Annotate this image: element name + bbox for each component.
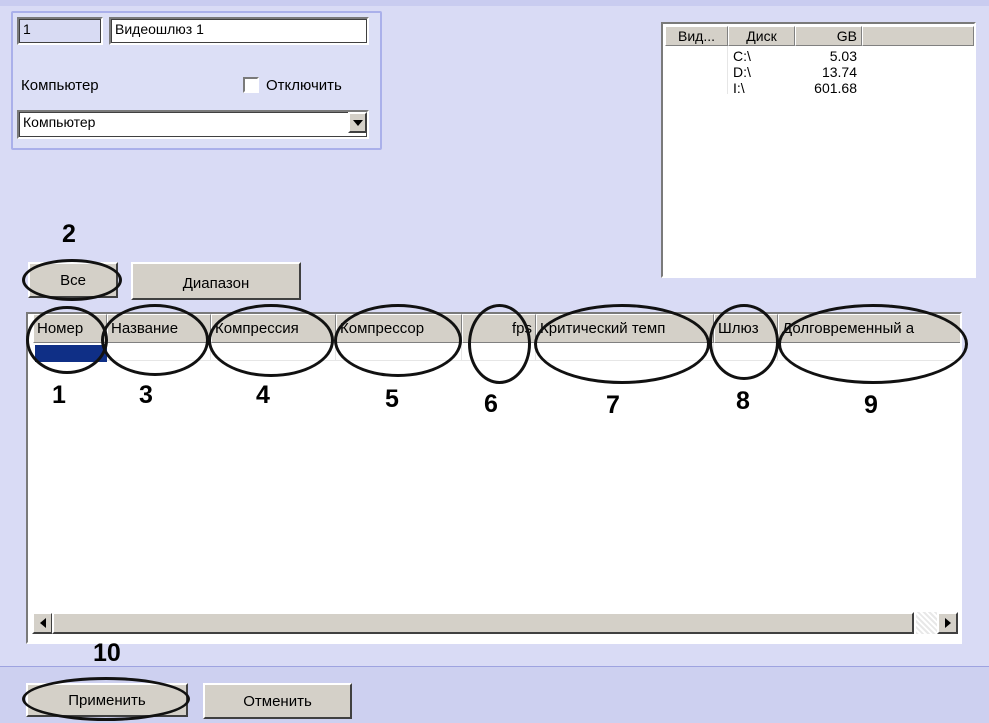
grid-cell[interactable] <box>336 343 462 361</box>
scroll-right-button[interactable] <box>937 612 958 634</box>
id-field-value: 1 <box>23 21 31 37</box>
computer-select[interactable]: Компьютер <box>17 110 369 139</box>
column-header-name[interactable]: Название <box>107 314 211 343</box>
arrow-right-icon <box>944 618 951 628</box>
disk-drive-cell[interactable]: I:\ <box>733 80 793 96</box>
name-field-value: Видеошлюз 1 <box>115 21 204 37</box>
disk-gb-cell: 5.03 <box>829 48 857 64</box>
computer-label: Компьютер <box>21 77 99 94</box>
disk-header-type[interactable]: Вид... <box>665 26 728 46</box>
settings-group: 1 Видеошлюз 1 Компьютер Отключить Компью… <box>11 11 382 150</box>
computer-select-value: Компьютер <box>23 114 96 130</box>
column-header-critical-temp[interactable]: Критический темп <box>536 314 714 343</box>
grid-cell[interactable] <box>714 343 778 361</box>
grid-cell[interactable] <box>778 343 960 361</box>
annotation-number: 5 <box>385 385 399 413</box>
selected-cell[interactable] <box>35 345 107 362</box>
top-strip <box>0 0 989 6</box>
disk-gb-cell: 601.68 <box>814 80 857 96</box>
disk-header-gb[interactable]: GB <box>795 26 862 46</box>
annotation-number: 10 <box>93 639 121 667</box>
arrow-left-icon <box>39 618 46 628</box>
disk-header-drive[interactable]: Диск <box>728 26 795 46</box>
scroll-left-button[interactable] <box>32 612 53 634</box>
range-button[interactable]: Диапазон <box>131 262 301 300</box>
disk-gb-cell: 13.74 <box>821 64 857 80</box>
grid-cell[interactable] <box>211 343 336 361</box>
disk-drive-cell[interactable]: D:\ <box>733 64 793 80</box>
chevron-down-icon <box>352 119 363 126</box>
annotation-number: 9 <box>864 391 878 419</box>
dropdown-button[interactable] <box>348 112 367 133</box>
gateway-grid: Номер Название Компрессия Компрессор fps… <box>26 312 962 644</box>
grid-cell[interactable] <box>462 343 536 361</box>
grid-cell[interactable] <box>536 343 714 361</box>
annotation-number: 7 <box>606 391 620 419</box>
annotation-number: 1 <box>52 381 66 409</box>
grid-cell[interactable] <box>107 343 211 361</box>
disk-drive-cell[interactable]: C:\ <box>733 48 793 64</box>
apply-button[interactable]: Применить <box>26 683 188 717</box>
id-field[interactable]: 1 <box>17 17 103 45</box>
column-header-compression[interactable]: Компрессия <box>211 314 336 343</box>
annotation-number: 3 <box>139 381 153 409</box>
annotation-number: 6 <box>484 390 498 418</box>
horizontal-scrollbar[interactable] <box>28 612 960 642</box>
column-header-number[interactable]: Номер <box>33 314 107 343</box>
scroll-track[interactable] <box>916 612 937 634</box>
all-button[interactable]: Все <box>28 262 118 298</box>
disk-type-column <box>669 46 728 94</box>
annotation-number: 2 <box>62 220 76 248</box>
name-field[interactable]: Видеошлюз 1 <box>109 17 369 45</box>
scroll-thumb[interactable] <box>52 612 914 634</box>
cancel-button[interactable]: Отменить <box>203 683 352 719</box>
column-header-fps[interactable]: fps <box>462 314 536 343</box>
disable-label[interactable]: Отключить <box>266 77 342 94</box>
disk-header-filler <box>862 26 974 46</box>
annotation-number: 4 <box>256 381 270 409</box>
annotation-number: 8 <box>736 387 750 415</box>
disable-checkbox[interactable] <box>243 77 259 93</box>
column-header-long-term[interactable]: Долговременный а <box>778 314 960 343</box>
disk-table: Вид... Диск GB C:\ 5.03 D:\ 13.74 I:\ 60… <box>661 22 976 278</box>
column-header-gateway[interactable]: Шлюз <box>714 314 778 343</box>
column-header-compressor[interactable]: Компрессор <box>336 314 462 343</box>
